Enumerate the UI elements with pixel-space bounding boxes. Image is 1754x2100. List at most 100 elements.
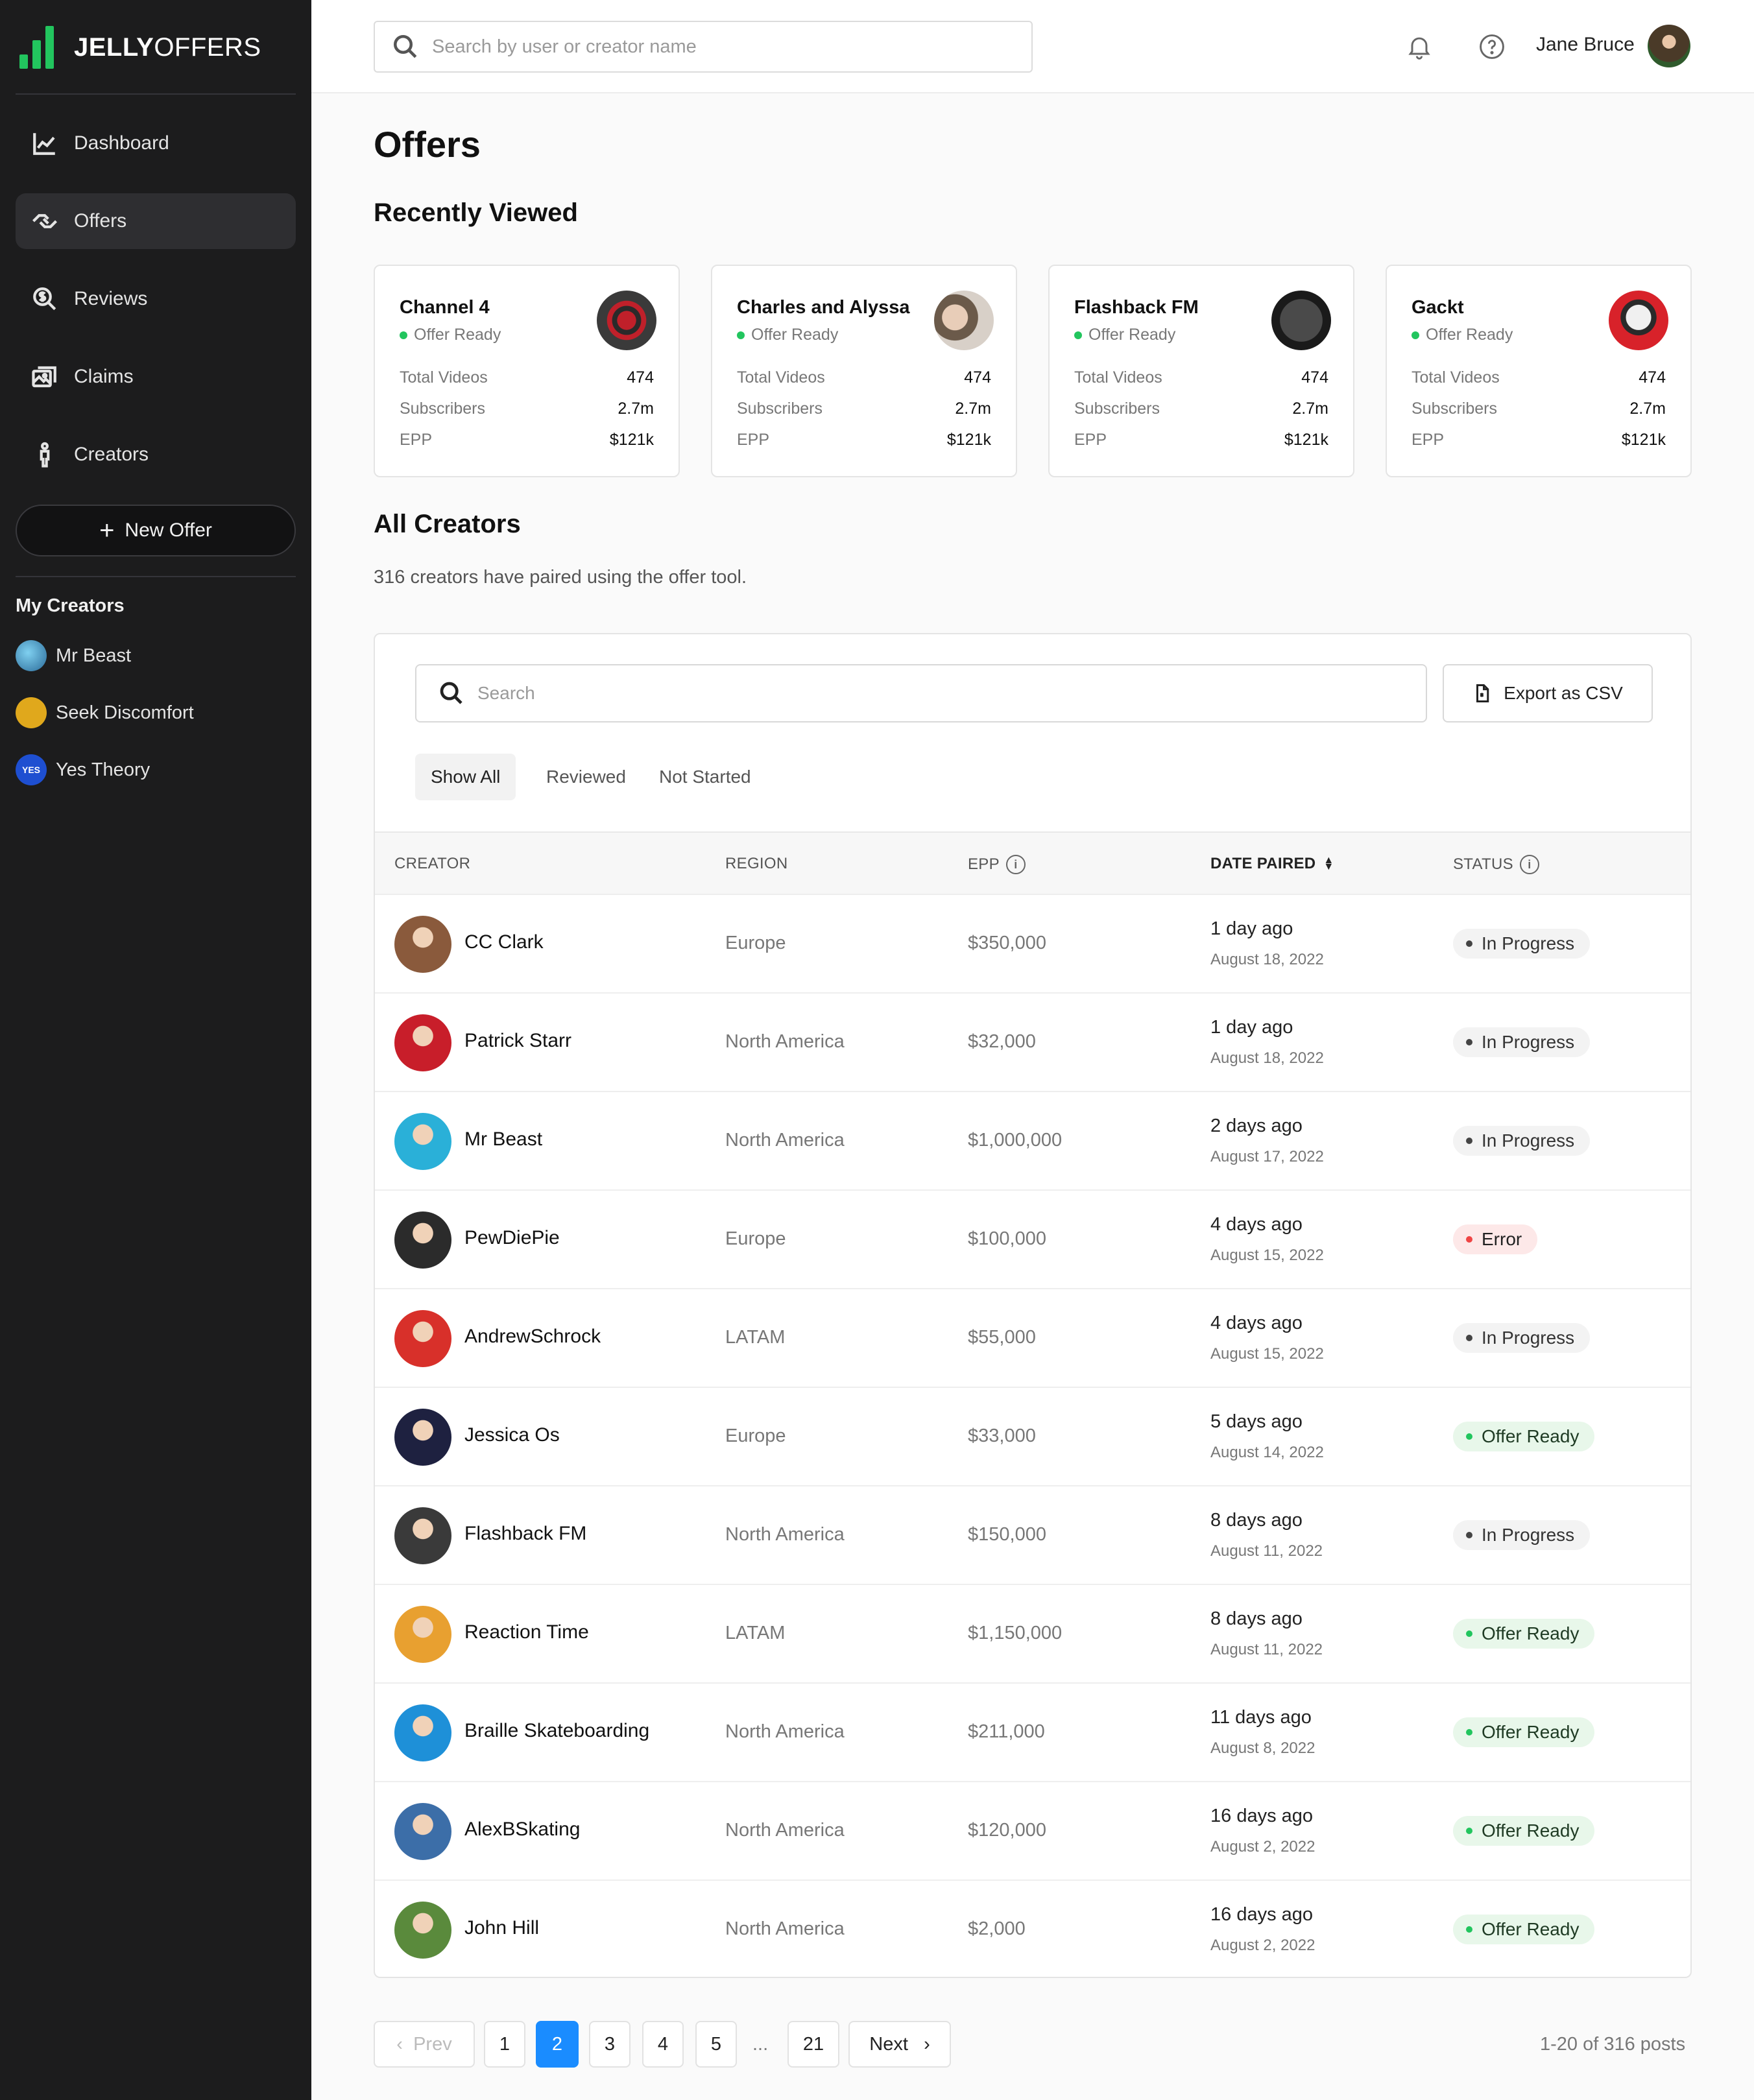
export-csv-button[interactable]: Export as CSV — [1443, 664, 1653, 722]
page-button-2[interactable]: 2 — [536, 2021, 579, 2068]
status-badge: Offer Ready — [1453, 1619, 1595, 1649]
stat-label: Total Videos — [1412, 368, 1500, 387]
creator-name[interactable]: Jessica Os — [464, 1424, 560, 1446]
epp-value: $100,000 — [968, 1228, 1046, 1249]
flashback-fm-logo — [1271, 291, 1331, 350]
global-search-input[interactable]: Search by user or creator name — [374, 21, 1033, 73]
card-name: Gackt — [1412, 297, 1464, 318]
sidebar-creator-yes-theory[interactable]: YES Yes Theory — [16, 754, 150, 786]
new-offer-label: New Offer — [125, 519, 212, 541]
sidebar-item-offers[interactable]: Offers — [16, 193, 296, 249]
user-avatar[interactable] — [1648, 25, 1690, 67]
table-row[interactable]: Braille Skateboarding North America $211,0… — [375, 1682, 1690, 1781]
sidebar-creator-name: Yes Theory — [56, 759, 150, 780]
col-status[interactable]: STATUS i — [1453, 855, 1539, 874]
avatar — [394, 916, 451, 973]
info-icon[interactable]: i — [1519, 855, 1539, 874]
recent-card-gackt[interactable]: Gackt Offer Ready Total Videos 474 Subscr… — [1386, 265, 1692, 477]
filter-reviewed[interactable]: Reviewed — [531, 754, 642, 800]
col-epp[interactable]: EPP i — [968, 855, 1026, 874]
sidebar-divider — [16, 576, 296, 577]
date-relative: 8 days ago — [1210, 1510, 1303, 1531]
page-button-1[interactable]: 1 — [484, 2021, 525, 2068]
bell-icon[interactable] — [1405, 32, 1434, 61]
status-badge: In Progress — [1453, 929, 1591, 959]
table-row[interactable]: PewDiePie Europe $100,000 4 days ago August … — [375, 1189, 1690, 1288]
creator-name[interactable]: John Hill — [464, 1917, 539, 1939]
table-row[interactable]: Patrick Starr North America $32,000 1 day a… — [375, 992, 1690, 1091]
sidebar: JELLYOFFERS Dashboard Offers Reviews Cla… — [0, 0, 311, 2100]
creator-name[interactable]: Flashback FM — [464, 1523, 586, 1545]
new-offer-button[interactable]: + New Offer — [16, 505, 296, 556]
page-button-5[interactable]: 5 — [695, 2021, 737, 2068]
table-row[interactable]: AlexBSkating North America $120,000 16 days… — [375, 1781, 1690, 1879]
chevron-left-icon: ‹ — [396, 2033, 403, 2055]
stat-value: 474 — [1639, 368, 1666, 387]
recent-card-flashback-fm[interactable]: Flashback FM Offer Ready Total Videos 474… — [1048, 265, 1354, 477]
creator-name[interactable]: CC Clark — [464, 931, 544, 953]
file-icon — [1476, 684, 1489, 702]
sidebar-creator-seek-discomfort[interactable]: Seek Discomfort — [16, 697, 194, 729]
table-row[interactable]: CC Clark Europe $350,000 1 day ago August 18… — [375, 894, 1690, 992]
date-relative: 1 day ago — [1210, 1017, 1293, 1038]
creator-name[interactable]: AlexBSkating — [464, 1819, 580, 1841]
region: Europe — [725, 933, 786, 953]
pagination-ellipsis: ... — [752, 2034, 769, 2055]
date-relative: 4 days ago — [1210, 1313, 1303, 1333]
table-row[interactable]: AndrewSchrock LATAM $55,000 4 days ago Augus… — [375, 1288, 1690, 1387]
user-name[interactable]: Jane Bruce — [1536, 34, 1635, 56]
col-date-paired[interactable]: DATE PAIRED ▲ ▼ — [1210, 855, 1334, 873]
status-badge: Offer Ready — [1453, 1717, 1595, 1747]
filter-not-started[interactable]: Not Started — [643, 754, 767, 800]
table-row[interactable]: Reaction Time LATAM $1,150,000 8 days ago Au… — [375, 1584, 1690, 1682]
sort-icon[interactable]: ▲ ▼ — [1323, 855, 1334, 872]
all-creators-subtitle: 316 creators have paired using the offer… — [374, 567, 747, 588]
next-page-button[interactable]: Next › — [848, 2021, 951, 2068]
date-absolute: August 8, 2022 — [1210, 1739, 1316, 1757]
page-button-21[interactable]: 21 — [787, 2021, 839, 2068]
table-row[interactable]: John Hill North America $2,000 16 days ago A… — [375, 1879, 1690, 1977]
sidebar-item-dashboard[interactable]: Dashboard — [16, 115, 296, 171]
sidebar-item-creators[interactable]: Creators — [16, 427, 296, 483]
recent-card-channel-4[interactable]: Channel 4 Offer Ready Total Videos 474 Su… — [374, 265, 680, 477]
table-row[interactable]: Flashback FM North America $150,000 8 days … — [375, 1485, 1690, 1584]
creator-name[interactable]: AndrewSchrock — [464, 1326, 601, 1348]
creators-table-panel: Search Export as CSV Show All Reviewed N… — [374, 633, 1692, 1978]
table-row[interactable]: Jessica Os Europe $33,000 5 days ago August … — [375, 1387, 1690, 1485]
creator-name[interactable]: Braille Skateboarding — [464, 1720, 649, 1742]
status-dot-icon — [1466, 1828, 1472, 1834]
creator-name[interactable]: Reaction Time — [464, 1621, 589, 1643]
stat-label: EPP — [1412, 431, 1445, 449]
creator-name[interactable]: Patrick Starr — [464, 1030, 571, 1052]
avatar — [394, 1113, 451, 1170]
app-logo[interactable]: JELLYOFFERS — [19, 25, 261, 70]
help-icon[interactable] — [1478, 32, 1506, 61]
region: LATAM — [725, 1327, 786, 1348]
date-absolute: August 2, 2022 — [1210, 1838, 1316, 1855]
search-placeholder: Search by user or creator name — [432, 36, 697, 57]
date-absolute: August 18, 2022 — [1210, 951, 1324, 968]
sidebar-item-claims[interactable]: Claims — [16, 349, 296, 405]
filter-show-all[interactable]: Show All — [415, 754, 516, 800]
card-status: Offer Ready — [1074, 326, 1175, 344]
col-creator[interactable]: CREATOR — [394, 855, 470, 873]
region: North America — [725, 1524, 845, 1545]
search-icon — [393, 34, 417, 58]
stat-value: $121k — [609, 431, 654, 449]
region: LATAM — [725, 1623, 786, 1643]
page-button-4[interactable]: 4 — [642, 2021, 684, 2068]
table-row[interactable]: Mr Beast North America $1,000,000 2 days ag… — [375, 1091, 1690, 1189]
status-dot-icon — [400, 331, 407, 339]
col-region[interactable]: REGION — [725, 855, 787, 873]
page-button-3[interactable]: 3 — [589, 2021, 631, 2068]
avatar — [394, 1507, 451, 1564]
recent-card-charles-and-alyssa[interactable]: Charles and Alyssa Offer Ready Total Vid… — [711, 265, 1017, 477]
sidebar-creator-mr-beast[interactable]: Mr Beast — [16, 639, 131, 672]
status-badge: Error — [1453, 1224, 1538, 1254]
sidebar-item-reviews[interactable]: Reviews — [16, 271, 296, 327]
prev-page-button[interactable]: ‹ Prev — [374, 2021, 475, 2068]
creator-name[interactable]: Mr Beast — [464, 1128, 542, 1151]
creator-name[interactable]: PewDiePie — [464, 1227, 560, 1249]
creators-search-input[interactable]: Search — [415, 664, 1427, 722]
info-icon[interactable]: i — [1005, 855, 1026, 874]
